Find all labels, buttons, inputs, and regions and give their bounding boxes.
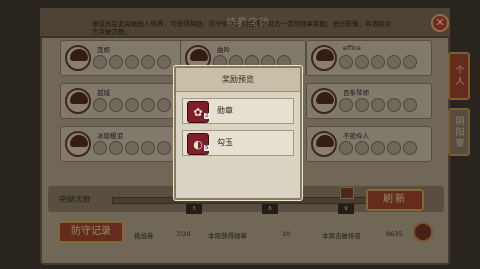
modal-title: 奖励预览 (176, 68, 300, 92)
reward-item[interactable]: ◐ 5 勾玉 (182, 130, 294, 156)
reward-count: 2 (204, 113, 210, 119)
reward-item[interactable]: ✿ 2 勋章 (182, 98, 294, 124)
medal-icon: ✿ (187, 101, 209, 123)
reward-preview-modal: 奖励预览 ✿ 2 勋章 ◐ 5 勾玉 (174, 66, 302, 200)
reward-name: 勋章 (217, 106, 233, 115)
reward-name: 勾玉 (217, 138, 233, 147)
reward-count: 5 (204, 145, 210, 151)
jade-icon: ◐ (187, 133, 209, 155)
